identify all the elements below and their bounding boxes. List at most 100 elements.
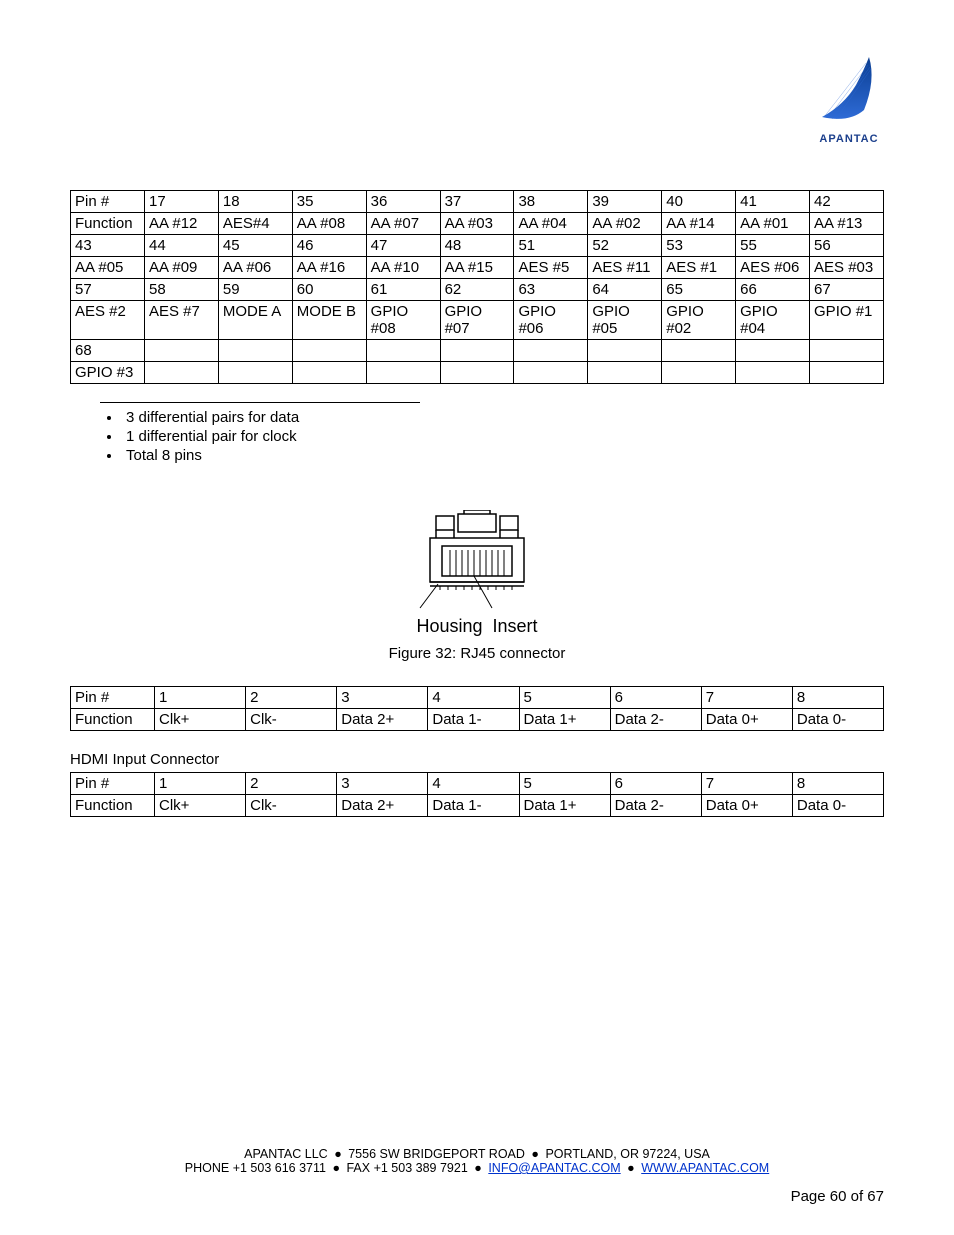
figure-label-insert: Insert (493, 616, 538, 636)
pin-table-cell (736, 340, 810, 362)
footer-web-link[interactable]: WWW.APANTAC.COM (641, 1161, 769, 1175)
hdmi-cell: 6 (610, 773, 701, 795)
rj45-cell: Data 2+ (337, 709, 428, 731)
pin-table-cell (292, 340, 366, 362)
hdmi-cell: 2 (246, 773, 337, 795)
pin-table-cell: AES #5 (514, 257, 588, 279)
pin-table-row: Pin #17183536373839404142 (71, 191, 884, 213)
pin-table-cell: 64 (588, 279, 662, 301)
pin-table-cell: AA #10 (366, 257, 440, 279)
pin-table-cell: MODE A (218, 301, 292, 340)
pin-table-cell: AES #1 (662, 257, 736, 279)
footer-line2: PHONE +1 503 616 3711 ● FAX +1 503 389 7… (0, 1161, 954, 1175)
pin-table-cell: AES #11 (588, 257, 662, 279)
pin-table-cell: GPIO #05 (588, 301, 662, 340)
hdmi-cell: Pin # (71, 773, 155, 795)
rj45-cell: 8 (792, 687, 883, 709)
rj45-row: Pin #12345678 (71, 687, 884, 709)
pin-table-cell: AA #05 (71, 257, 145, 279)
hdmi-cell: 8 (792, 773, 883, 795)
hdmi-cell: Clk+ (155, 795, 246, 817)
pin-table-cell (145, 340, 219, 362)
footer-email-link[interactable]: INFO@APANTAC.COM (488, 1161, 620, 1175)
hdmi-row: FunctionClk+Clk-Data 2+Data 1-Data 1+Dat… (71, 795, 884, 817)
pin-table-cell: GPIO #02 (662, 301, 736, 340)
pin-table-cell (588, 340, 662, 362)
pin-table-cell: 48 (440, 235, 514, 257)
hdmi-cell: 3 (337, 773, 428, 795)
pin-table-cell: 53 (662, 235, 736, 257)
footer-company: APANTAC LLC (244, 1147, 328, 1161)
pin-table-cell (366, 362, 440, 384)
pin-table-row: 5758596061626364656667 (71, 279, 884, 301)
logo-text: APANTAC (814, 133, 884, 145)
hdmi-cell: Data 2+ (337, 795, 428, 817)
footer: APANTAC LLC ● 7556 SW BRIDGEPORT ROAD ● … (0, 1147, 954, 1175)
pin-table-cell (662, 362, 736, 384)
pin-table-cell: AES #06 (736, 257, 810, 279)
hdmi-cell: 1 (155, 773, 246, 795)
pin-table-cell: 42 (810, 191, 884, 213)
hdmi-cell: Data 0+ (701, 795, 792, 817)
pin-table-cell: AA #15 (440, 257, 514, 279)
pin-table-cell: 65 (662, 279, 736, 301)
bullet-list: 3 differential pairs for data1 different… (122, 409, 884, 464)
pin-table-cell (440, 340, 514, 362)
rj45-cell: 1 (155, 687, 246, 709)
pin-table-cell: AA #09 (145, 257, 219, 279)
rj45-cell: Data 0+ (701, 709, 792, 731)
pin-table-cell: 55 (736, 235, 810, 257)
pin-table-cell: 45 (218, 235, 292, 257)
pin-table-cell: AA #04 (514, 213, 588, 235)
pin-table-cell (218, 362, 292, 384)
hdmi-cell: Data 2- (610, 795, 701, 817)
pin-table-cell: 67 (810, 279, 884, 301)
pin-table-cell (145, 362, 219, 384)
pin-table-cell: GPIO #04 (736, 301, 810, 340)
pin-table-row: AES #2AES #7MODE AMODE BGPIO #08GPIO #07… (71, 301, 884, 340)
pin-table-row: GPIO #3 (71, 362, 884, 384)
pin-table-cell: 40 (662, 191, 736, 213)
pin-table-cell: 66 (736, 279, 810, 301)
pin-table-cell: AA #13 (810, 213, 884, 235)
pin-table-cell: 61 (366, 279, 440, 301)
rj45-cell: Function (71, 709, 155, 731)
rj45-cell: 7 (701, 687, 792, 709)
hdmi-pinout-table: Pin #12345678FunctionClk+Clk-Data 2+Data… (70, 772, 884, 817)
pin-table-cell: GPIO #08 (366, 301, 440, 340)
pin-table-cell: Function (71, 213, 145, 235)
pin-table-cell (218, 340, 292, 362)
pin-table-cell: AA #03 (440, 213, 514, 235)
pin-table-cell: AA #06 (218, 257, 292, 279)
rj45-cell: 5 (519, 687, 610, 709)
figure-label-housing: Housing (416, 616, 482, 636)
pin-table-cell: 37 (440, 191, 514, 213)
pin-table-cell (588, 362, 662, 384)
bullet-item: Total 8 pins (122, 447, 884, 464)
rj45-cell: 3 (337, 687, 428, 709)
pin-table-cell: 35 (292, 191, 366, 213)
pin-table-cell: AES#4 (218, 213, 292, 235)
footer-fax: FAX +1 503 389 7921 (346, 1161, 467, 1175)
pin-table-cell (810, 340, 884, 362)
rj45-cell: Clk- (246, 709, 337, 731)
pin-table-cell (810, 362, 884, 384)
pin-table-cell: 17 (145, 191, 219, 213)
pin-table-cell (440, 362, 514, 384)
pin-table-cell (366, 340, 440, 362)
pin-table-cell: AA #01 (736, 213, 810, 235)
pin-table-cell: GPIO #3 (71, 362, 145, 384)
hdmi-cell: Clk- (246, 795, 337, 817)
rj45-cell: Data 1- (428, 709, 519, 731)
rj45-connector-icon (402, 510, 552, 610)
page: APANTAC Pin #17183536373839404142Functio… (0, 0, 954, 1235)
rule (100, 402, 420, 403)
pin-table-cell: AES #7 (145, 301, 219, 340)
rj45-cell: 2 (246, 687, 337, 709)
rj45-cell: 6 (610, 687, 701, 709)
pin-table-cell: 59 (218, 279, 292, 301)
pin-table-cell: AES #2 (71, 301, 145, 340)
pin-table-cell: 68 (71, 340, 145, 362)
rj45-cell: Pin # (71, 687, 155, 709)
pin-table-cell: 60 (292, 279, 366, 301)
